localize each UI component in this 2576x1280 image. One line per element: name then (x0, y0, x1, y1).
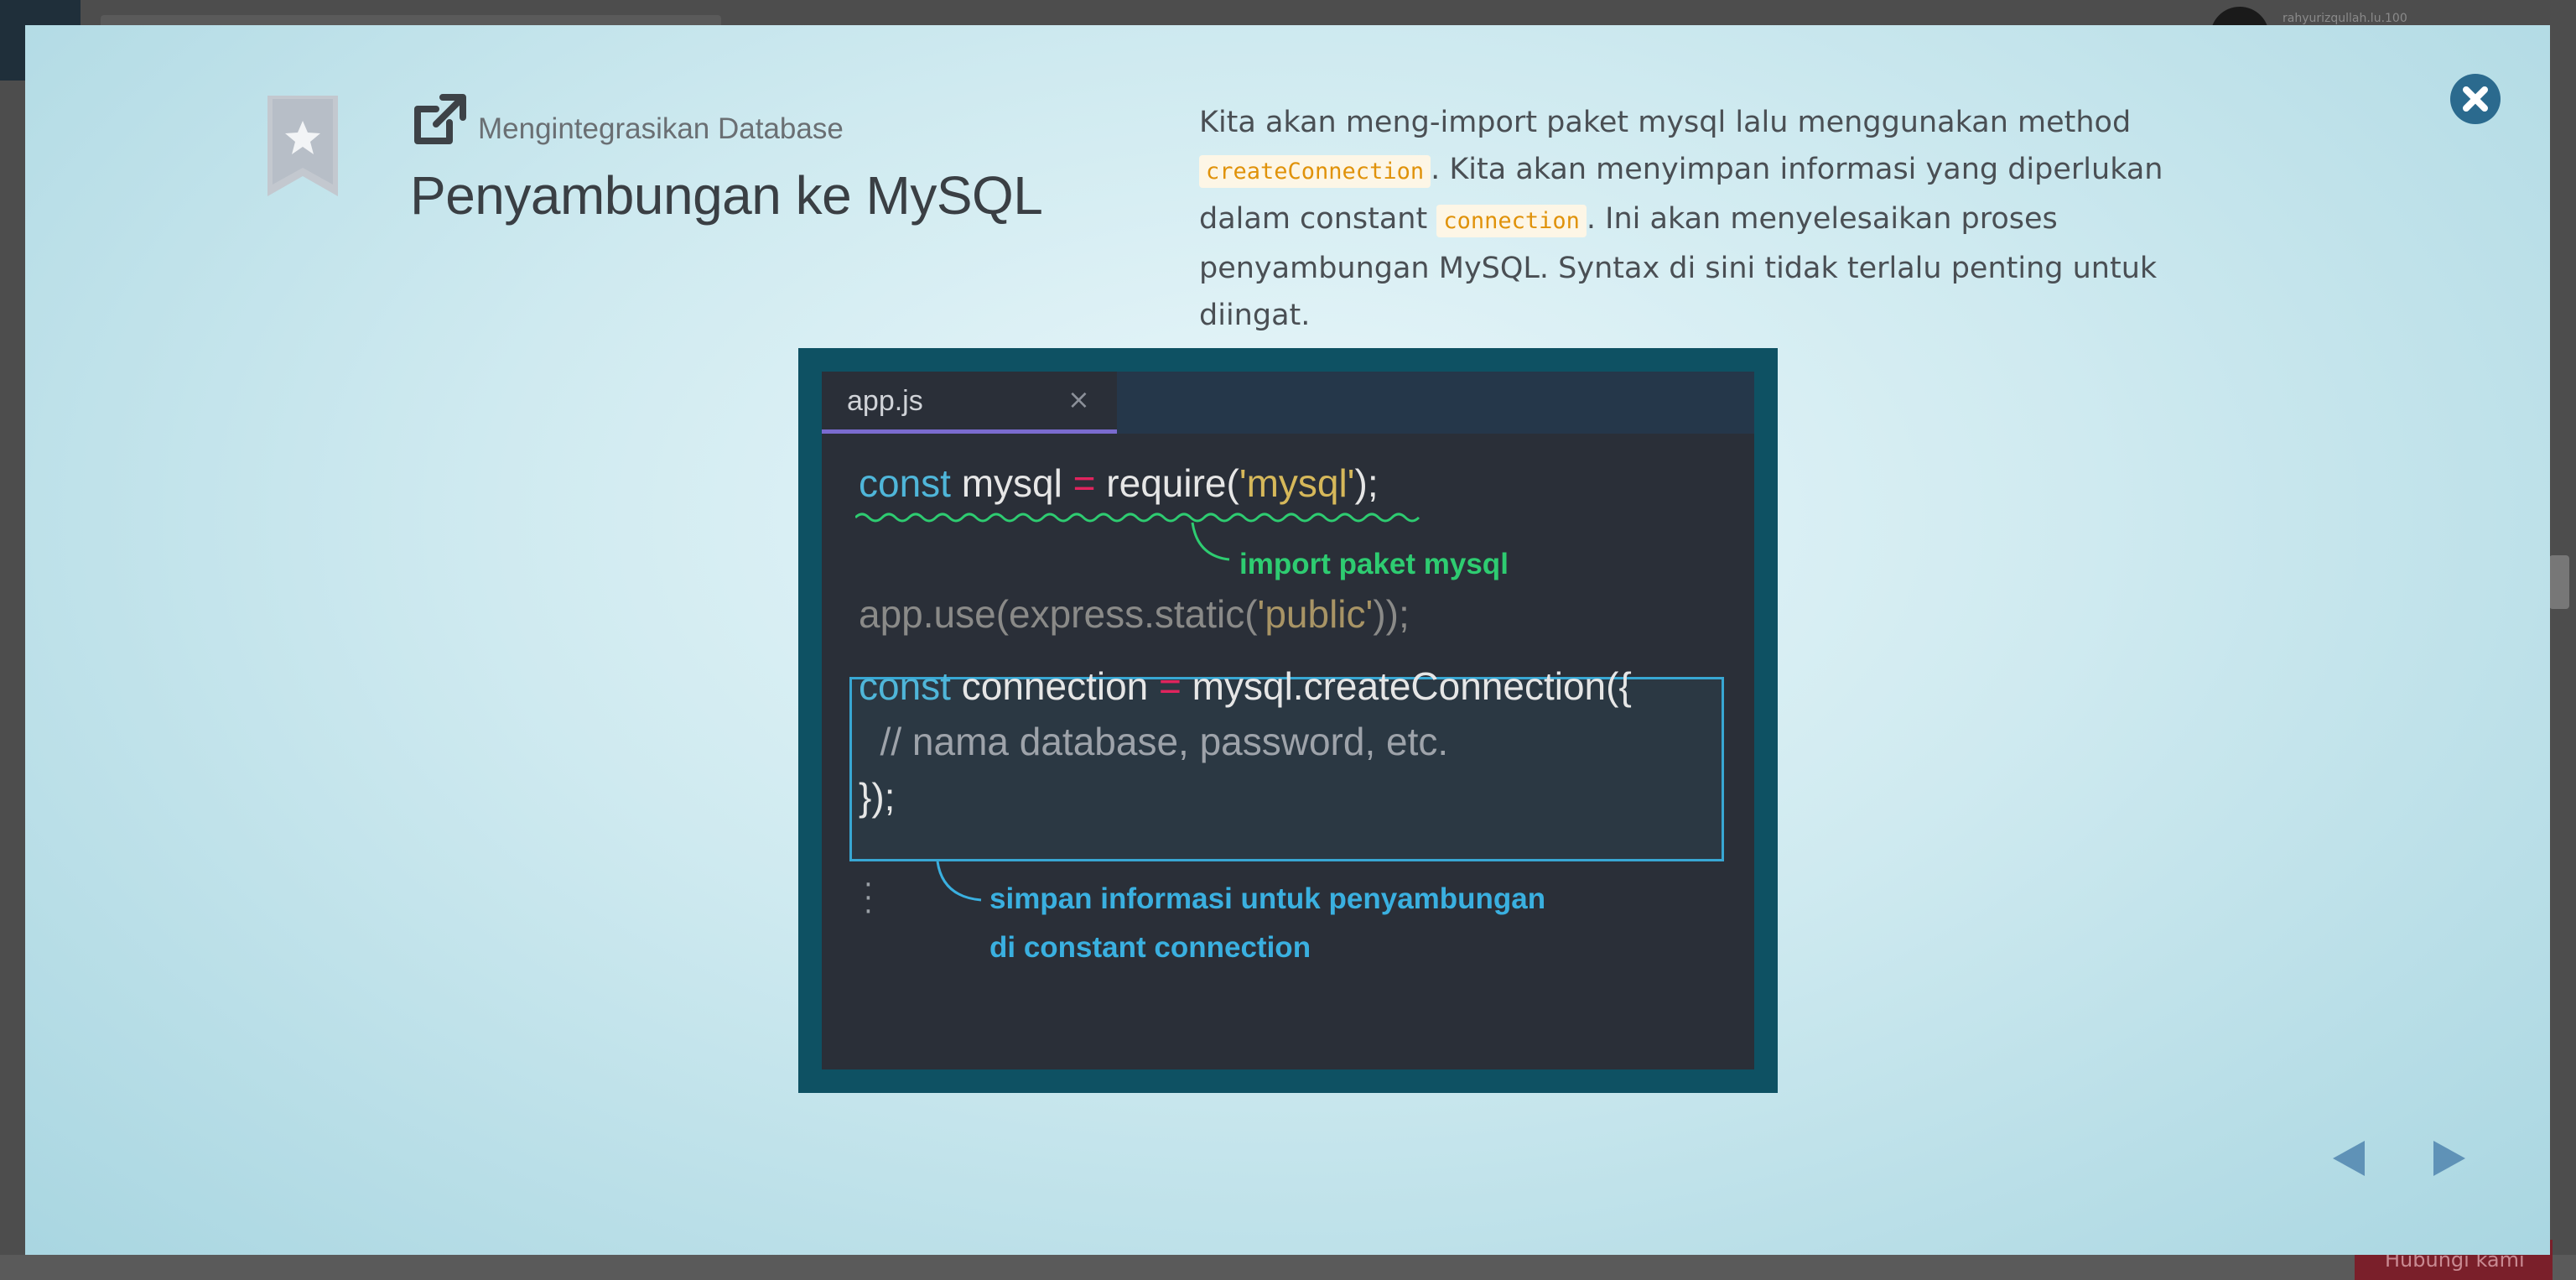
code-line: const connection = mysql.createConnectio… (859, 664, 1632, 708)
annotation-connection: simpan informasi untuk penyambungan di c… (989, 882, 1546, 964)
annotation-import: import paket mysql (1239, 548, 1509, 580)
arrow-right-icon[interactable] (2428, 1137, 2470, 1179)
description-text: Kita akan meng-import paket mysql lalu m… (1199, 106, 2132, 139)
lesson-description: Kita akan meng-import paket mysql lalu m… (1199, 99, 2239, 339)
external-link-icon[interactable] (411, 92, 468, 149)
lesson-modal: Mengintegrasikan Database Penyambungan k… (25, 25, 2550, 1255)
background-username: rahyurizqullah.lu.100 (2283, 12, 2407, 25)
inline-code: createConnection (1199, 155, 1431, 188)
scrollbar-thumb[interactable] (2549, 555, 2569, 609)
ellipsis-icon: · · · (864, 868, 873, 929)
editor-tab: app.js × (822, 372, 1117, 434)
page-title: Penyambungan ke MySQL (410, 165, 1043, 226)
code-comment: // nama database, password, etc. (859, 720, 1449, 763)
tab-filename: app.js (847, 385, 923, 417)
code-editor: app.js × const mysql = require('mysql');… (822, 372, 1754, 1069)
code-line: }); (859, 775, 896, 819)
editor-tab-bar: app.js × (822, 372, 1754, 434)
arrow-left-icon[interactable] (2328, 1137, 2370, 1179)
annotation-arrow (936, 861, 982, 902)
code-line: const mysql = require('mysql'); (859, 461, 1379, 505)
section-label: Mengintegrasikan Database (478, 112, 844, 145)
close-icon[interactable] (2449, 73, 2501, 125)
code-line: app.use(express.static('public')); (859, 592, 1410, 636)
background-bottom-bar (0, 1255, 2576, 1280)
slide-image: app.js × const mysql = require('mysql');… (798, 348, 1778, 1093)
inline-code: connection (1436, 205, 1587, 237)
bookmark-star-icon[interactable] (267, 96, 338, 196)
tab-close-icon: × (1067, 383, 1090, 415)
